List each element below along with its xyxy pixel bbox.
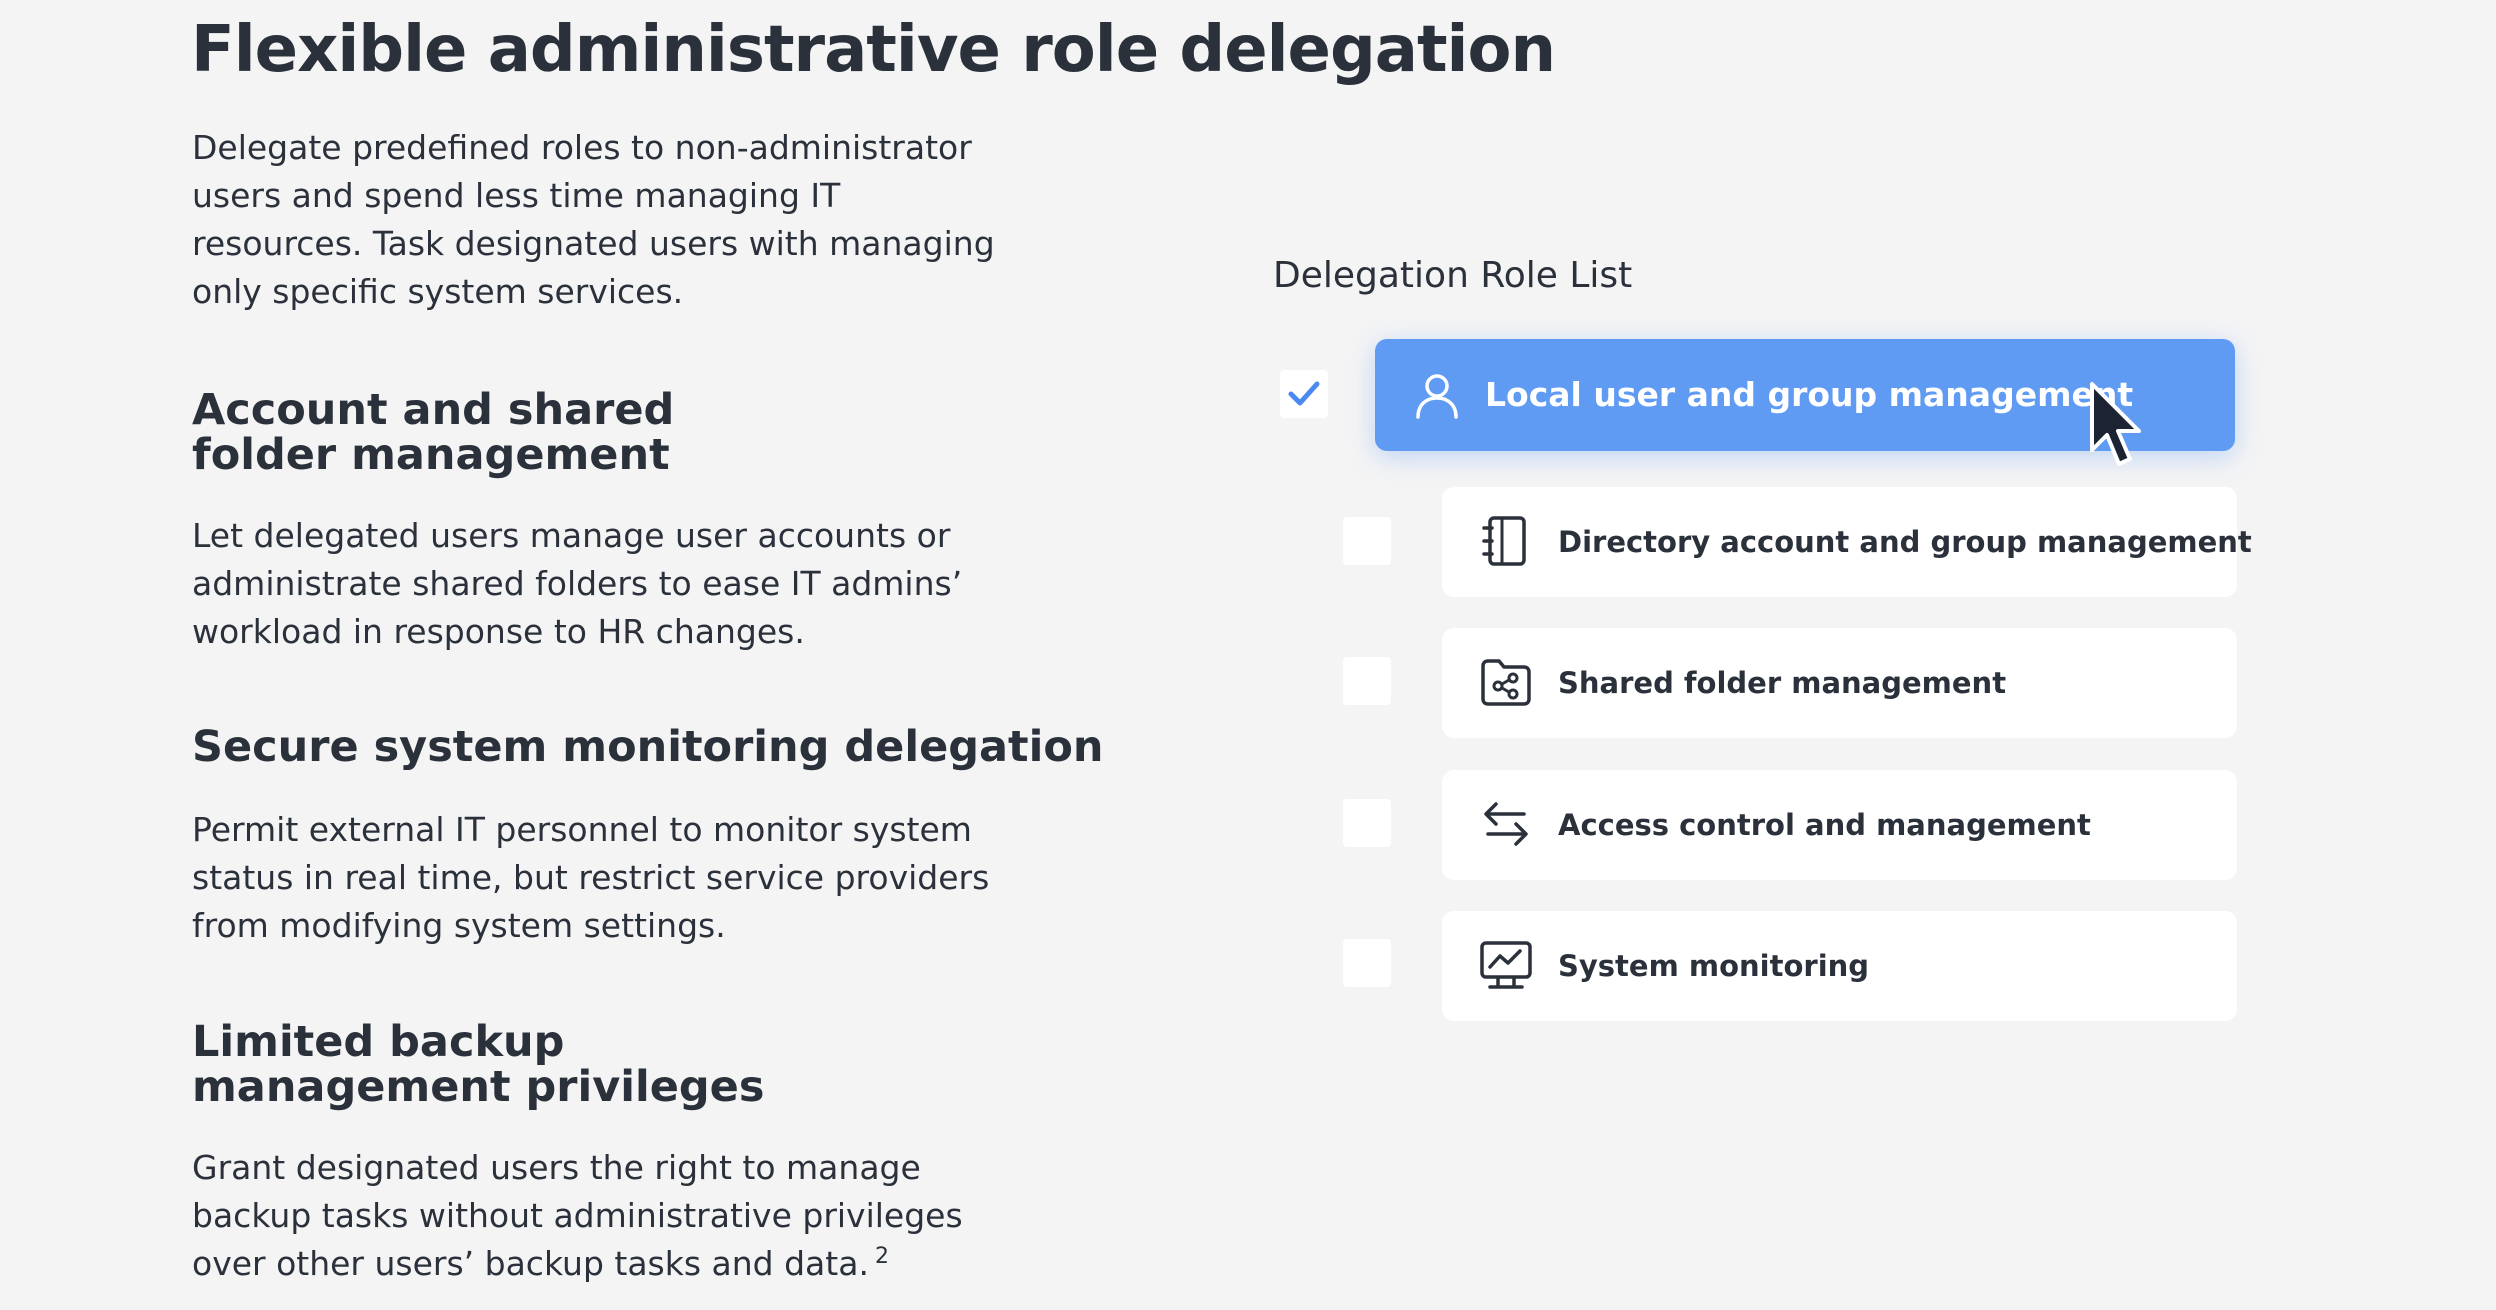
section-body-account: Let delegated users manage user accounts…	[192, 516, 963, 651]
role-label-shared-folder: Shared folder management	[1558, 666, 2007, 700]
section-body-backup: Grant designated users the right to mana…	[192, 1144, 1012, 1288]
role-checkbox-access-control[interactable]	[1343, 799, 1391, 847]
role-checkbox-shared-folder[interactable]	[1343, 657, 1391, 705]
footnote-marker: 2	[874, 1244, 889, 1269]
shared-folder-icon	[1481, 659, 1531, 706]
role-card-system-monitoring[interactable]: System monitoring	[1442, 911, 2237, 1021]
role-label-directory: Directory account and group management	[1558, 525, 2252, 559]
role-card-local-user[interactable]: Local user and group management	[1375, 339, 2235, 451]
role-label-system-monitoring: System monitoring	[1558, 949, 1870, 983]
section-heading-backup: Limited backup management privileges	[192, 1017, 765, 1112]
address-book-icon	[1482, 516, 1526, 566]
section-body-backup-text: Grant designated users the right to mana…	[192, 1148, 963, 1283]
role-card-directory[interactable]: Directory account and group management	[1442, 487, 2252, 597]
section-heading-monitoring: Secure system monitoring delegation	[192, 722, 1104, 772]
transfer-arrows-icon	[1484, 802, 1528, 846]
role-checkbox-system-monitoring[interactable]	[1343, 939, 1391, 987]
monitor-chart-icon	[1480, 941, 1532, 989]
role-card-shared-folder[interactable]: Shared folder management	[1442, 628, 2237, 738]
role-checkbox-directory[interactable]	[1343, 517, 1391, 565]
user-icon	[1416, 374, 1458, 419]
section-body-monitoring: Permit external IT personnel to monitor …	[192, 810, 990, 945]
page-title: Flexible administrative role delegation	[191, 13, 1556, 87]
role-card-access-control[interactable]: Access control and management	[1442, 770, 2237, 880]
role-list-title: Delegation Role List	[1273, 255, 1633, 296]
checkmark-icon	[1288, 381, 1320, 406]
section-heading-account: Account and shared folder management	[192, 385, 675, 480]
role-label-local-user: Local user and group management	[1485, 375, 2134, 414]
role-checkbox-local-user[interactable]	[1280, 370, 1328, 418]
role-label-access-control: Access control and management	[1558, 808, 2091, 842]
intro-text: Delegate predefined roles to non-adminis…	[192, 128, 995, 311]
